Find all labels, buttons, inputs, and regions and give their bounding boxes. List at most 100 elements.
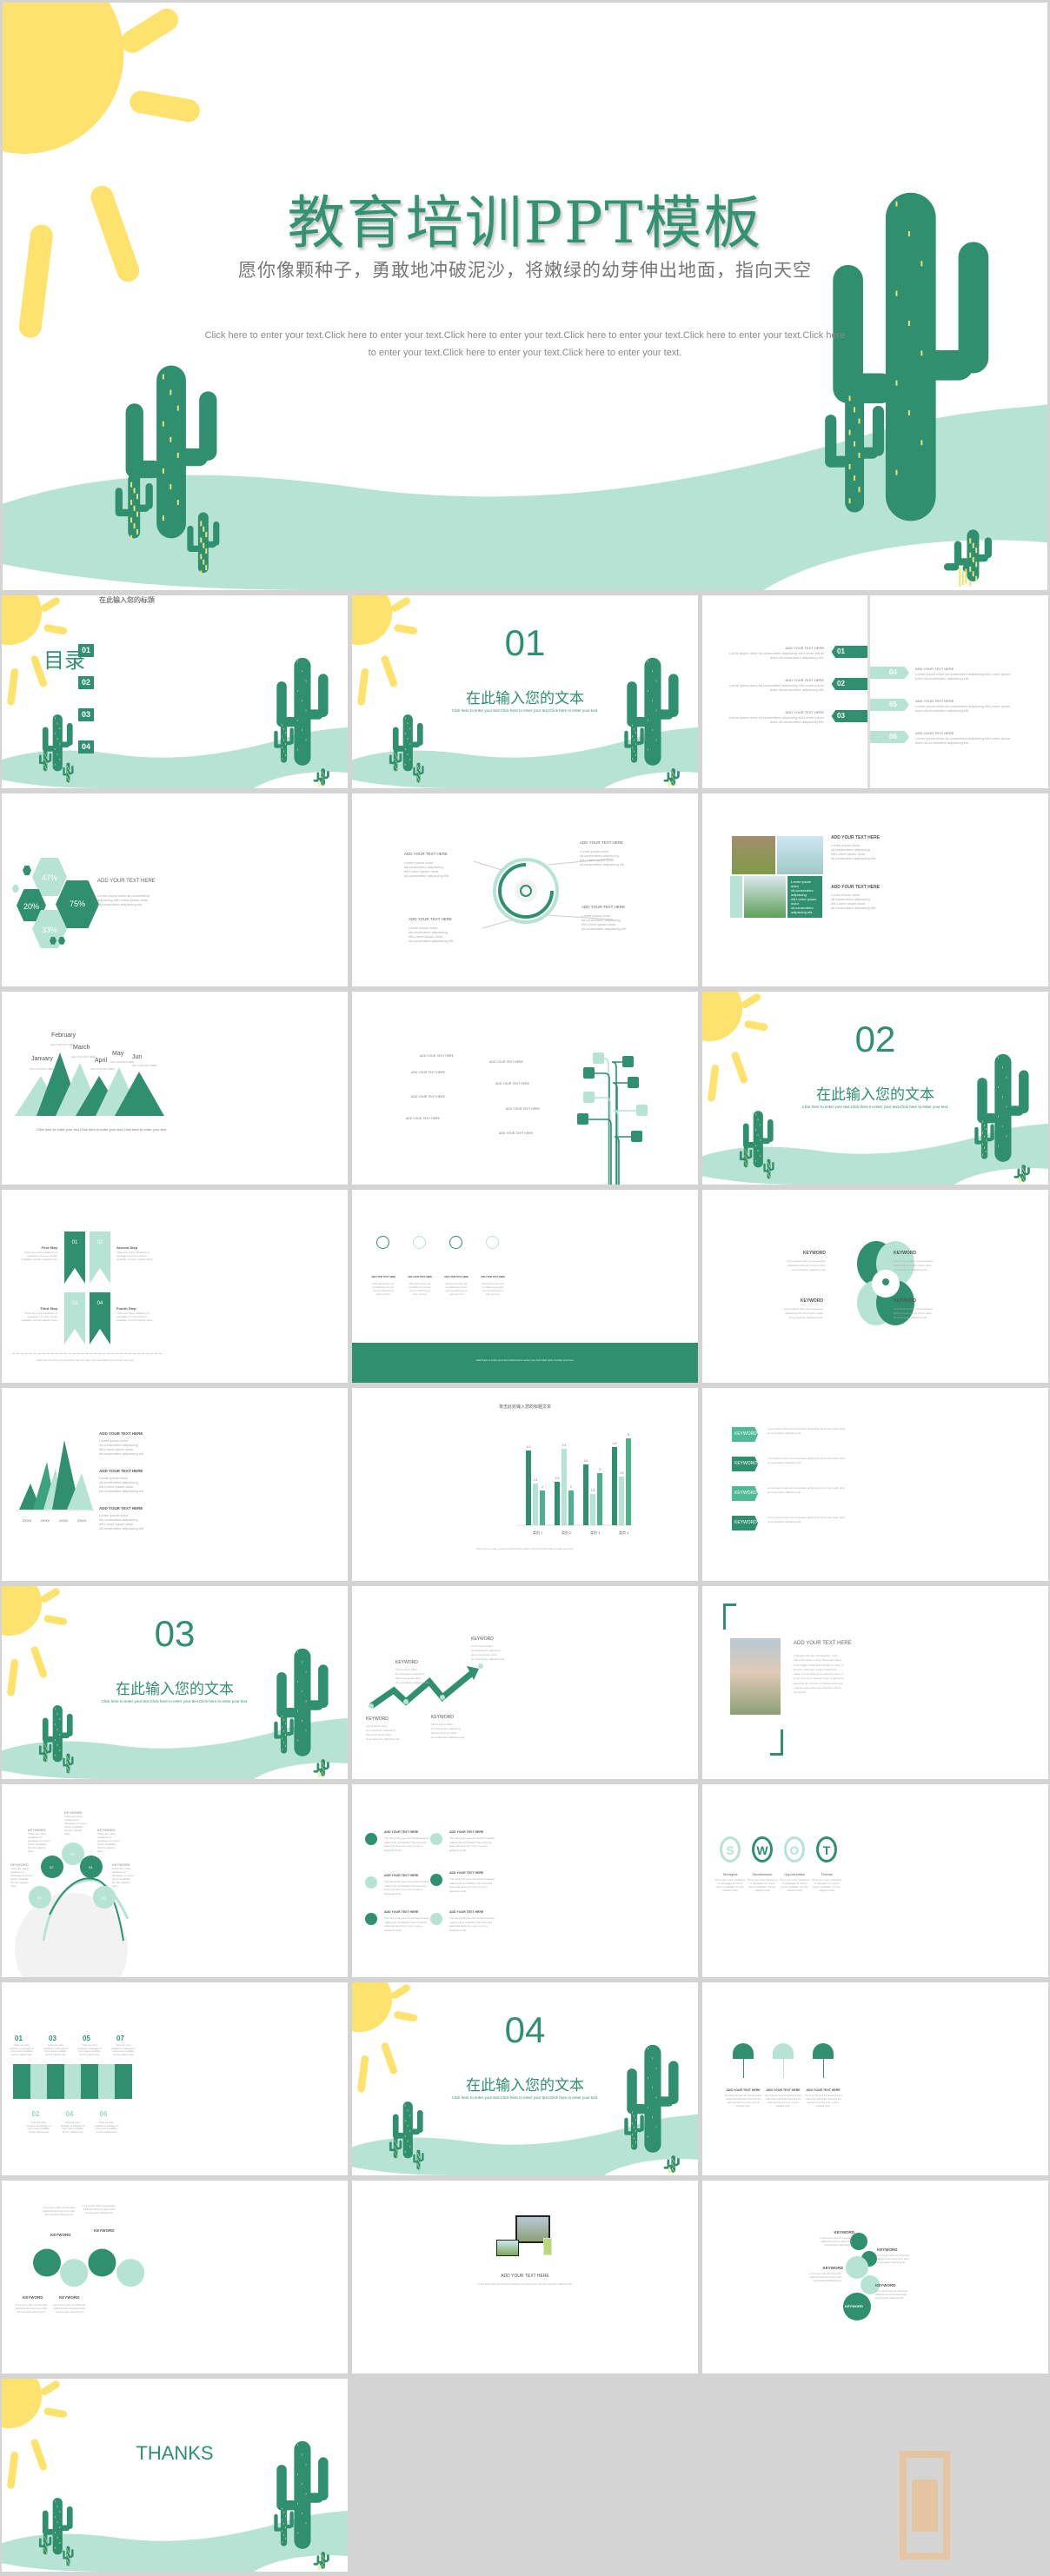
footer-text: Click here to enter your text.Click here… xyxy=(475,1358,575,1362)
keyword-arrow: KEYWORD xyxy=(732,1486,758,1501)
flower-number: 04 xyxy=(89,1865,93,1869)
keyword-petals xyxy=(857,1241,914,1325)
keyword-body: Lorme ipsum dolor sit,consectetur adipis… xyxy=(471,1644,506,1661)
item-heading: ADD YOUR TEXT HERE xyxy=(384,1874,419,1877)
icon-circle xyxy=(486,1236,499,1249)
section-number: 02 xyxy=(854,1019,896,1060)
item-heading: ADD YOUR TEXT HERE xyxy=(726,2088,761,2092)
body: I will paint this day with laughter; I w… xyxy=(794,1654,844,1695)
slide-thumbnail[interactable]: ADD YOUR TEXT HERE I will paint this day … xyxy=(702,1586,1048,1779)
bar-value-label: 4.4 xyxy=(562,1444,567,1447)
heading: ADD YOUR TEXT HERE xyxy=(581,905,626,909)
sun-icon xyxy=(2,2379,68,2489)
slide-thumbnail[interactable]: ADD YOUR TEXT HERE Lorme ipsum dolor sit,… xyxy=(352,793,698,986)
scene-illustration xyxy=(2,2379,348,2572)
slide-thumbnail[interactable]: 目录 01 在此输入您的标题 02 在此输入您的标题 03 在此输入您的标题 04 在此输入您的… xyxy=(2,595,348,788)
swot-body: There are many variations of passages of… xyxy=(779,1878,810,1892)
step-number: 01 xyxy=(71,1240,78,1245)
month-caption: ADD YOUR TEXT HERE xyxy=(110,1061,135,1064)
step-label: First Step xyxy=(41,1245,57,1250)
slide-thumbnail[interactable]: KEYWORD Lorme ipsum dolor sit,consectetur… xyxy=(702,2181,1048,2374)
keyword-heading: KEYWORD xyxy=(431,1715,454,1720)
swot-body: There are many variations of passages of… xyxy=(747,1878,778,1892)
keyword-body: Lorme ipsum dolor sit,consectetur adipis… xyxy=(43,2207,76,2216)
keyword-body: There are many variations of passages of… xyxy=(28,1832,50,1853)
timeline-body: There are many variations of passages of… xyxy=(60,2121,85,2134)
arrow-tag: 04 xyxy=(870,667,909,679)
title-slide[interactable]: 教育培训PPT模板 愿你像颗种子，勇敢地冲破泥沙，将嫩绿的幼芽伸出地面，指向天空… xyxy=(3,3,1047,590)
slide-thumbnail[interactable]: ADD YOUR TEXT HERE The thing that goes th… xyxy=(352,1784,698,1977)
slide-thumbnail[interactable]: 01 ADD YOUR TEXT HERE Lorme ipsum dolor si… xyxy=(702,595,1048,788)
step-banner: 04 xyxy=(90,1292,110,1344)
slide-thumbnail[interactable]: 01 First Step There are many variations of… xyxy=(2,1190,348,1383)
slide-thumbnail[interactable]: 01 02 03 04 05 KEYWORD There are many variatio… xyxy=(2,1784,348,1977)
target-diagram xyxy=(473,858,614,929)
photo-child xyxy=(732,836,775,874)
tag-body: Lorme ipsum dolor sit,consectetur adipis… xyxy=(728,715,824,724)
umbrella-icon xyxy=(813,2043,834,2059)
body: Lorme ipsum dolor sit,consectetur adipis… xyxy=(99,1513,145,1530)
item-body: Click here to enter your text.Click here… xyxy=(409,1283,431,1296)
month-label: Jun xyxy=(132,1054,143,1060)
slide-thumbnail[interactable]: January ADD YOUR TEXT HERE February ADD YOU… xyxy=(2,992,348,1185)
hero-body-text: Click here to enter your text.Click here… xyxy=(204,330,846,358)
keyword-body: Lorme ipsum dolor sit,consectetur adipis… xyxy=(83,2205,116,2214)
slide-thumbnail[interactable]: 04 在此输入您的文本 Click here to enter your text.… xyxy=(352,1982,698,2175)
item-heading: ADD YOUR TEXT HERE xyxy=(407,1276,432,1278)
keyword-heading: KEYWORD xyxy=(894,1298,917,1304)
heading: ADD YOUR TEXT HERE xyxy=(580,840,624,845)
bar xyxy=(590,1494,595,1525)
keyword-body: There are many variations of passages of… xyxy=(10,1867,33,1888)
watermark-logo xyxy=(900,2451,950,2559)
slide-thumbnail[interactable]: 4.3 2.4 2 2.5 4.4 2 3.5 1.8 3 4.5 2.8 5 单击此处输入您的标题文本… xyxy=(352,1388,698,1581)
branch-label: ADD YOUR TEXT HERE xyxy=(406,1117,440,1120)
slide-thumbnail[interactable]: 01 There are many variations of passages … xyxy=(2,1982,348,2175)
slide-thumbnail[interactable]: KEYWORD Lorme ipsum dolor sit,consectetur… xyxy=(702,1190,1048,1383)
bar-value-label: 2.4 xyxy=(534,1478,538,1482)
slide-thumbnail[interactable]: Lorme ipsum dolor sit,consectetur adipis… xyxy=(702,793,1048,986)
slide-thumbnail[interactable]: ADD YOUR TEXT HERE Click here to enter yo… xyxy=(352,1190,698,1383)
slide-thumbnail[interactable]: ADD YOUR TEXT HERE Lorme ipsum dolor sit,… xyxy=(352,2181,698,2374)
timeline-block xyxy=(81,2064,98,2099)
slide-thumbnail[interactable]: 47% 20% 75% 33% ADD YOUR TEXT HERE Lorme ipsu… xyxy=(2,793,348,986)
icon-circle xyxy=(430,1874,442,1886)
body: Lorme ipsum dolor sit,consectetur adipis… xyxy=(580,849,626,866)
swot-label: Threats xyxy=(821,1872,833,1876)
item-body: The thing that goes the farthest toward … xyxy=(764,2095,802,2108)
slide-thumbnail[interactable]: ADD YOUR TEXT HERE The thing that goes th… xyxy=(702,1982,1048,2175)
timeline-block xyxy=(47,2064,64,2099)
arrow-tag: 03 xyxy=(831,710,867,722)
swot-letter: O xyxy=(789,1843,800,1857)
tag-number: 04 xyxy=(889,668,897,676)
swot-letter: S xyxy=(726,1843,734,1857)
month-label: May xyxy=(112,1051,124,1057)
slide-thumbnail[interactable]: ADD YOUR TEXT HERE ADD YOUR TEXT HERE ADD … xyxy=(352,992,698,1185)
slide-thumbnail[interactable]: S Strengths There are many variations of p… xyxy=(702,1784,1048,1977)
timeline-body: There are many variations of passages of… xyxy=(43,2044,68,2056)
bar xyxy=(619,1477,624,1525)
slide-thumbnail[interactable]: KEYWORD KEYWORD KEYWORD KEYWORD Lorme ipsum … xyxy=(2,2181,348,2374)
slide-thumbnail[interactable]: 2XXX 2XXX 2XXX 2XXX ADD YOUR TEXT HERE Lorme … xyxy=(2,1388,348,1581)
slide-thumbnail[interactable]: KEYWORD Lorme ipsum dolor sit,consectetur… xyxy=(702,1388,1048,1581)
item-body: Click here to enter your text.Click here… xyxy=(482,1283,504,1296)
slide-thumbnail[interactable]: 03 在此输入您的文本 Click here to enter your text.… xyxy=(2,1586,348,1779)
slide-thumbnail[interactable]: 02 在此输入您的文本 Click here to enter your text.… xyxy=(702,992,1048,1185)
timeline-body: There are many variations of passages of… xyxy=(77,2044,102,2056)
tag-number: 02 xyxy=(837,680,845,687)
slide-thumbnail[interactable]: KEYWORD Lorme ipsum dolor sit,consectetur… xyxy=(352,1586,698,1779)
tag-heading: ADD YOUR TEXT HERE xyxy=(785,710,824,714)
keyword-heading: KEYWORD xyxy=(94,2228,115,2233)
heading: ADD YOUR TEXT HERE xyxy=(409,917,453,921)
tag-body: Lorme ipsum dolor sit,consectetur adipis… xyxy=(915,704,1011,713)
keyword-heading: KEYWORD xyxy=(875,2283,896,2287)
keyword-label: KEYWORD xyxy=(734,1461,757,1466)
heading: ADD YOUR TEXT HERE xyxy=(97,879,156,884)
slide-thumbnail[interactable]: THANKS xyxy=(2,2379,348,2572)
icon-circle xyxy=(365,1876,377,1889)
timeline-body: There are many variations of passages of… xyxy=(26,2121,51,2134)
tag-body: Lorme ipsum dolor sit,consectetur adipis… xyxy=(728,651,824,660)
slide-thumbnail[interactable]: 01 在此输入您的文本 Click here to enter your text.… xyxy=(352,595,698,788)
section-subtitle: Click here to enter your text.Click here… xyxy=(451,707,599,713)
tag-number: 05 xyxy=(889,700,897,708)
tag-body: Lorme ipsum dolor sit,consectetur adipis… xyxy=(915,672,1011,681)
